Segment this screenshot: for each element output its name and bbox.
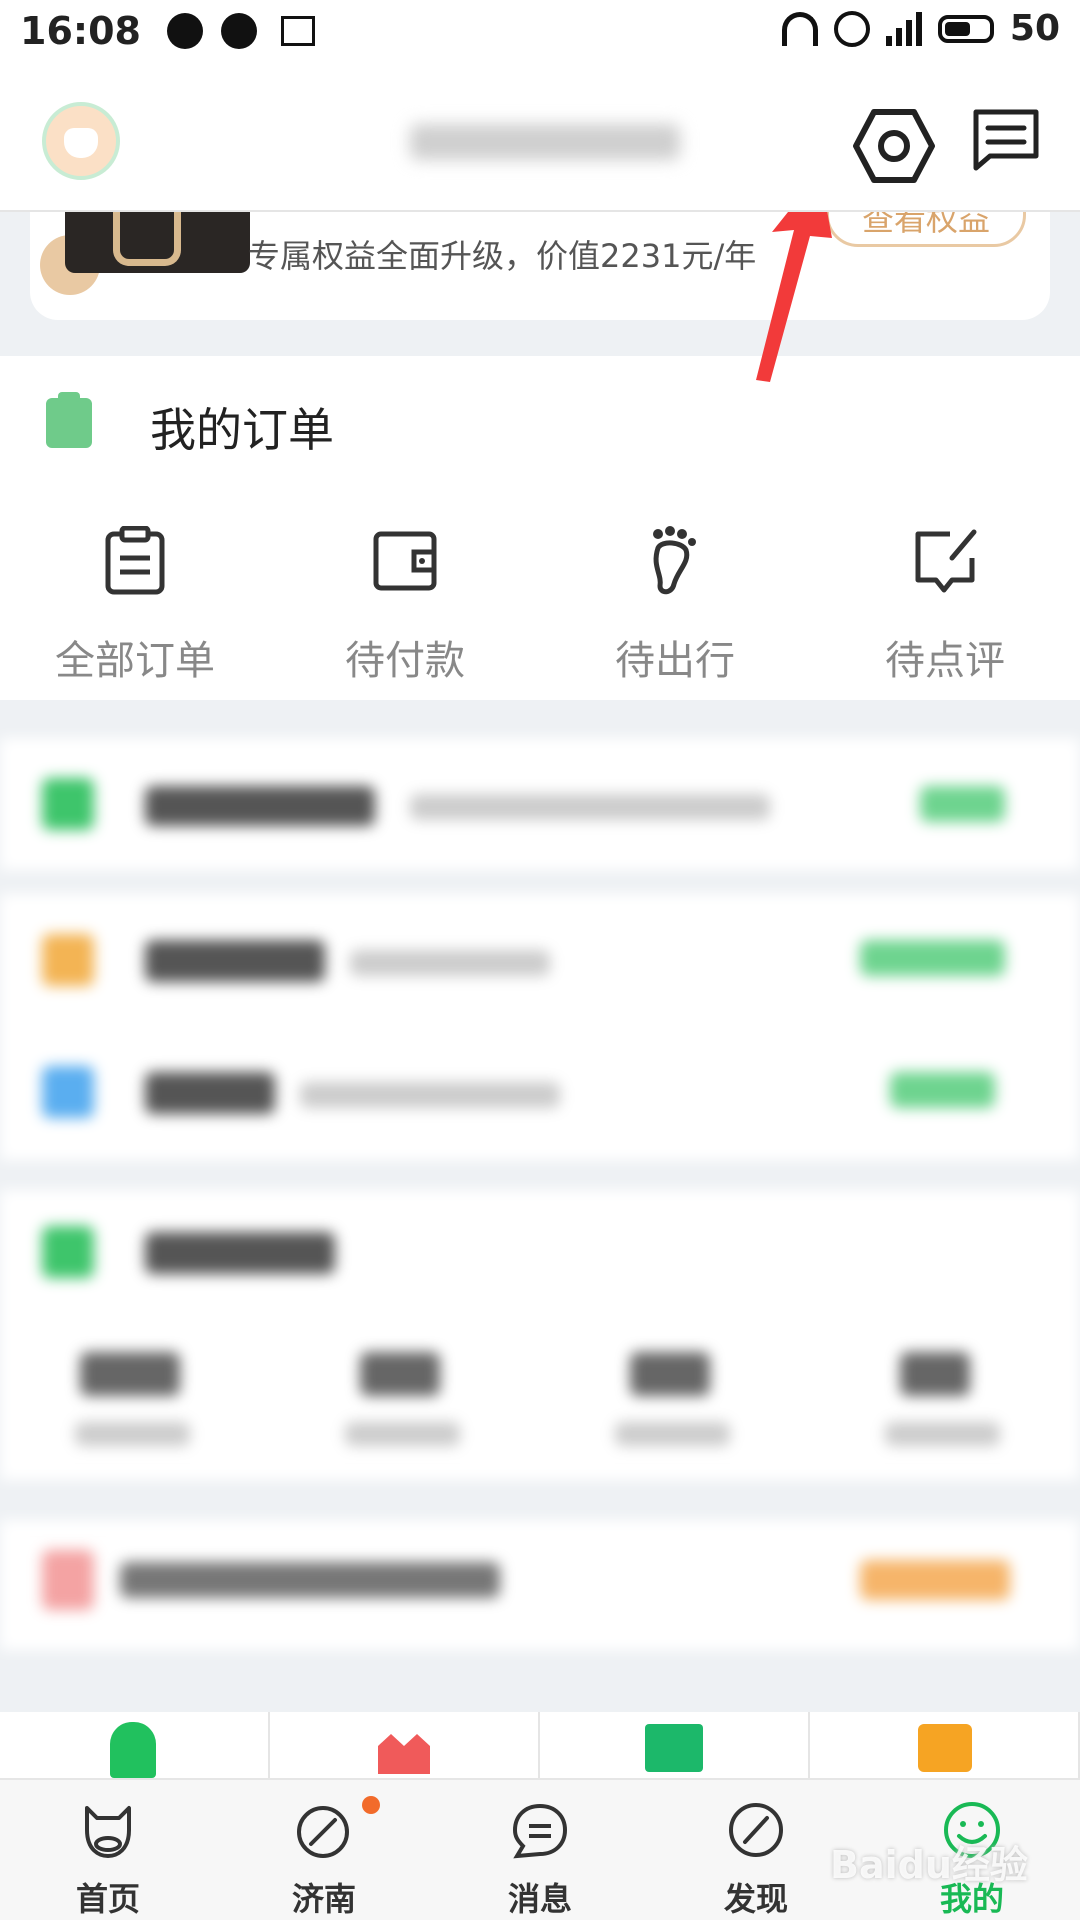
order-pending-review-label: 待点评 (885, 638, 1005, 684)
notification-dot (362, 1796, 380, 1814)
nickname-blurred (410, 124, 680, 160)
battery-icon (937, 14, 994, 43)
shortcut-green-person-icon[interactable] (0, 1712, 270, 1778)
shortcut-chat-icon[interactable] (810, 1712, 1080, 1778)
status-time: 16:08 (20, 9, 141, 53)
screen: { "status_bar": { "time": "16:08", "batt… (0, 0, 1080, 1920)
blurred-list (0, 894, 1080, 1160)
tab-home[interactable]: 首页 (0, 1780, 216, 1920)
tab-jinan[interactable]: 济南 (216, 1780, 432, 1920)
order-pending-trip[interactable]: 待出行 (540, 526, 810, 686)
status-bar: 16:08 50 (0, 0, 1080, 62)
shortcut-id-card-icon[interactable] (540, 1712, 810, 1778)
order-pending-payment-label: 待付款 (345, 638, 465, 684)
order-pending-trip-label: 待出行 (615, 638, 735, 684)
headset-icon (781, 11, 818, 46)
order-all-label: 全部订单 (55, 638, 215, 684)
watermark: Baidu经验 (830, 1843, 1028, 1887)
wechat-icon (166, 13, 203, 49)
4g-signal-icon (885, 11, 922, 46)
wallet-icon (373, 531, 437, 591)
blurred-banner (0, 1520, 1080, 1650)
cow-home-icon (85, 1806, 131, 1858)
order-all[interactable]: 全部订单 (0, 525, 270, 686)
order-pending-review[interactable]: 待点评 (810, 526, 1080, 686)
profile-header (0, 62, 1080, 212)
settings-icon[interactable] (852, 104, 936, 188)
tab-messages[interactable]: 消息 (432, 1780, 648, 1920)
comment-edit-icon (915, 529, 977, 593)
vip-card[interactable]: 专属权益全面升级，价值2231元/年 查看权益 (30, 185, 1050, 320)
message-icon[interactable] (970, 106, 1042, 172)
orders-title: 我的订单 (150, 403, 334, 457)
footprint-icon (653, 526, 696, 595)
wechat-icon (220, 13, 257, 49)
battery-level: 50 (1009, 8, 1060, 49)
tab-messages-label: 消息 (507, 1880, 572, 1918)
avatar[interactable] (42, 102, 120, 180)
shortcut-crown-icon[interactable] (270, 1712, 540, 1778)
chat-bubble-icon (512, 1803, 568, 1859)
clipboard-icon (105, 525, 165, 595)
alarm-icon (833, 10, 870, 47)
my-orders-section: 我的订单 全部订单 待付款 待出行 待点评 (0, 356, 1080, 700)
blurred-row (0, 738, 1080, 870)
tab-home-label: 首页 (75, 1880, 140, 1918)
tab-jinan-label: 济南 (291, 1880, 356, 1918)
compass-icon (297, 1806, 349, 1858)
vip-subtitle: 专属权益全面升级，价值2231元/年 (248, 237, 757, 275)
clipboard-green-icon (46, 392, 92, 448)
floating-shortcut-strip (0, 1712, 1080, 1778)
discover-icon (729, 1803, 783, 1857)
news-icon (280, 16, 315, 46)
blurred-stats (0, 1190, 1080, 1480)
order-pending-payment[interactable]: 待付款 (270, 526, 540, 686)
